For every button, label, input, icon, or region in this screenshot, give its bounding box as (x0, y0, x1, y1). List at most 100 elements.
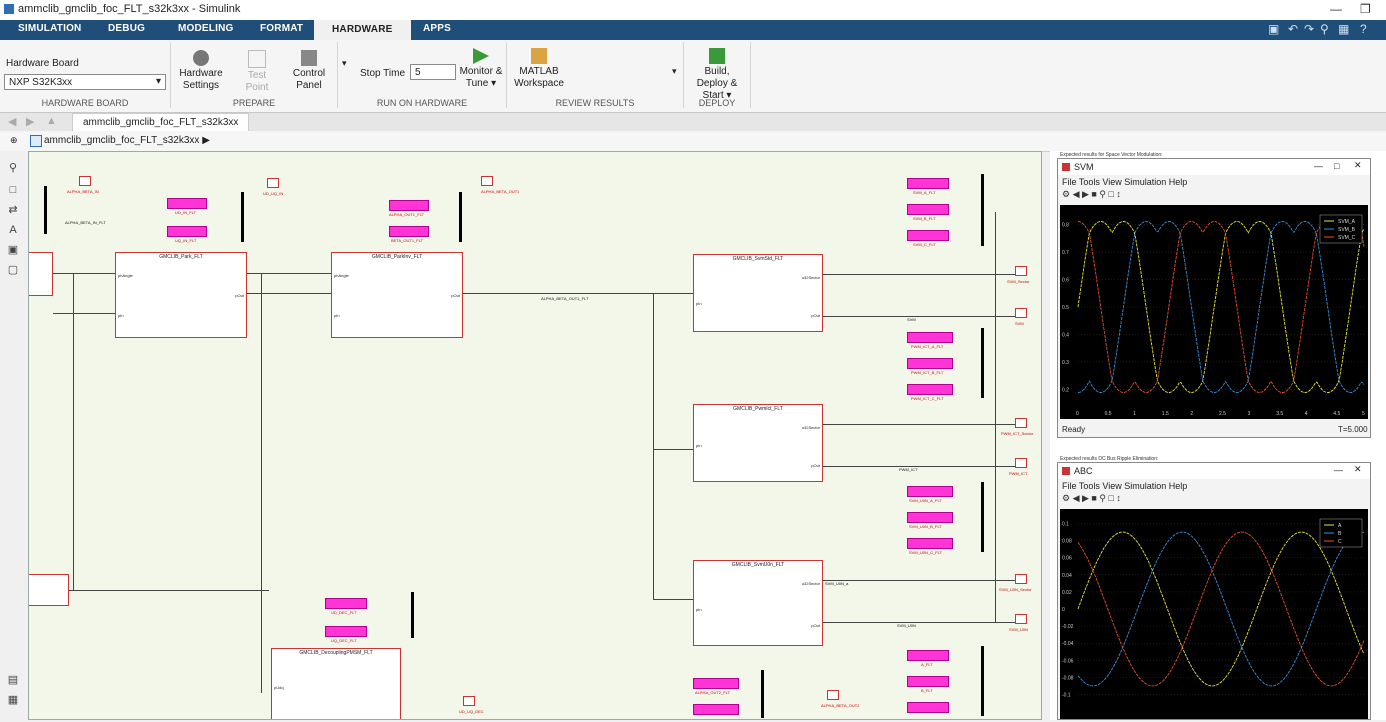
goto-beta-out1[interactable] (389, 226, 429, 237)
minimize-icon[interactable]: — (1334, 465, 1343, 475)
model-canvas[interactable]: GMCLIB_Park_FLT phAngle pOut pIn GMCLIB_… (28, 151, 1042, 720)
x-tick-label: 0.5 (1105, 411, 1112, 417)
goto-beta-out2[interactable] (693, 704, 739, 715)
scope1-menu[interactable]: File Tools View Simulation Help (1062, 177, 1187, 187)
redo-icon[interactable]: ↷ (1304, 22, 1314, 36)
minimize-icon[interactable]: — (1330, 2, 1342, 16)
svmu0n-block[interactable]: GMCLIB_SvmU0n_FLT u32Sector pOut pIn (693, 560, 823, 646)
scope-ud-uq-dec[interactable] (463, 696, 475, 706)
goto-c[interactable] (907, 702, 949, 713)
property-inspector-icon[interactable]: ▤ (6, 673, 20, 687)
scope-alpha-beta-in[interactable] (79, 176, 91, 186)
control-panel-button[interactable]: Control Panel (287, 50, 331, 92)
matlab-workspace-button[interactable]: MATLAB Workspace (511, 48, 567, 90)
input-block-bottom[interactable] (29, 574, 69, 606)
y-tick-label: 0.02 (1062, 590, 1072, 596)
close-icon[interactable]: ✕ (1354, 160, 1362, 171)
tab-apps[interactable]: APPS (423, 23, 451, 34)
goto-u0n-c[interactable] (907, 538, 953, 549)
goto-uq-in[interactable] (167, 226, 207, 237)
prepare-expand-icon[interactable]: ▾ (342, 58, 347, 69)
goto-u0n-a[interactable] (907, 486, 953, 497)
help-icon[interactable]: ? (1360, 22, 1367, 36)
pin: pOut (811, 623, 820, 628)
hide-explorer-icon[interactable]: ⊕ (10, 135, 18, 146)
fit-view-icon[interactable]: □ (6, 183, 20, 197)
back-icon[interactable]: ◀ (8, 115, 16, 128)
goto-pwm-c[interactable] (907, 384, 953, 395)
restore-icon[interactable]: ❐ (1360, 2, 1371, 16)
annotation-icon[interactable]: A (6, 223, 20, 237)
scope-svm-sector[interactable] (1015, 266, 1027, 276)
tab-simulation[interactable]: SIMULATION (18, 23, 81, 34)
goto-ud-in[interactable] (167, 198, 207, 209)
goto-alpha-out2[interactable] (693, 678, 739, 689)
maximize-icon[interactable]: □ (1334, 161, 1339, 171)
y-tick-label: 0 (1062, 607, 1065, 613)
tab-debug[interactable]: DEBUG (108, 23, 145, 34)
tab-format[interactable]: FORMAT (260, 23, 303, 34)
review-expand-icon[interactable]: ▾ (672, 66, 677, 77)
zoom-icon[interactable]: ⚲ (6, 161, 20, 175)
hardware-board-select[interactable]: NXP S32K3xx ▾ (4, 74, 166, 90)
up-icon[interactable]: ▲ (46, 115, 57, 127)
scope2-toolbar[interactable]: ⚙ ◀ ▶ ■ ⚲ □ ↕ (1062, 493, 1121, 504)
breadcrumb[interactable]: ammclib_gmclib_foc_FLT_s32k3xx ▶ (44, 135, 210, 146)
goto-pwm-a[interactable] (907, 332, 953, 343)
goto-alpha-out1[interactable] (389, 200, 429, 211)
park-block[interactable]: GMCLIB_Park_FLT phAngle pOut pIn (115, 252, 247, 338)
scope-label: PWM_ICT_Sector (1001, 431, 1034, 436)
scope-ud-uq-in[interactable] (267, 178, 279, 188)
undo-icon[interactable]: ↶ (1288, 22, 1298, 36)
scope-svm-u0n[interactable] (1015, 614, 1027, 624)
goto-svm-a[interactable] (907, 178, 949, 189)
goto-label: UD_IN_FLT (175, 210, 197, 215)
test-point-button[interactable]: Test Point (237, 50, 277, 94)
scope-pwm-ict-sector[interactable] (1015, 418, 1027, 428)
layout-icon[interactable]: ▦ (1338, 22, 1349, 36)
simulink-logo-icon (4, 4, 14, 14)
goto-svm-c[interactable] (907, 230, 949, 241)
minimize-icon[interactable]: — (1314, 161, 1323, 171)
goto-pwm-b[interactable] (907, 358, 953, 369)
stop-time-label: Stop Time (360, 68, 406, 79)
abc-scope-window[interactable]: ABC — ✕ File Tools View Simulation Help … (1057, 462, 1371, 720)
scope-alpha-beta-out1[interactable] (481, 176, 493, 186)
goto-ud-dec[interactable] (325, 598, 367, 609)
scope-alpha-beta-out2[interactable] (827, 690, 839, 700)
scope-pwm-ict[interactable] (1015, 458, 1027, 468)
hardware-settings-button[interactable]: Hardware Settings (179, 50, 223, 92)
tab-modeling[interactable]: MODELING (178, 23, 234, 34)
svmstd-block[interactable]: GMCLIB_SvmStd_FLT u32Sector pOut pIn (693, 254, 823, 332)
scope2-menu[interactable]: File Tools View Simulation Help (1062, 481, 1187, 491)
save-icon[interactable]: ▣ (1268, 22, 1279, 36)
pwmict-block[interactable]: GMCLIB_PwmIct_FLT u32Sector pOut pIn (693, 404, 823, 482)
parkinv-block[interactable]: GMCLIB_ParkInv_FLT phAngle pOut pIn (331, 252, 463, 338)
build-deploy-button[interactable]: Build, Deploy & Start ▾ (688, 48, 746, 102)
svm-scope-window[interactable]: SVM — □ ✕ File Tools View Simulation Hel… (1057, 158, 1371, 438)
close-icon[interactable]: ✕ (1354, 464, 1362, 475)
image-icon[interactable]: ▣ (6, 243, 20, 257)
arrow-icon[interactable]: ⇄ (6, 203, 20, 217)
forward-icon[interactable]: ▶ (26, 115, 34, 128)
goto-a[interactable] (907, 650, 949, 661)
goto-uq-dec[interactable] (325, 626, 367, 637)
goto-b[interactable] (907, 676, 949, 687)
goto-svm-b[interactable] (907, 204, 949, 215)
area-icon[interactable]: ▢ (6, 263, 20, 277)
pin: pIn (696, 443, 702, 448)
signal-line (653, 293, 654, 599)
input-block-top[interactable] (29, 252, 53, 296)
stop-time-input[interactable]: 5 (410, 64, 456, 80)
goto-u0n-b[interactable] (907, 512, 953, 523)
decoupling-block[interactable]: GMCLIB_DecouplingPMSM_FLT pUdq (271, 648, 401, 719)
monitor-tune-button[interactable]: Monitor & Tune ▾ (458, 48, 504, 90)
scope1-toolbar[interactable]: ⚙ ◀ ▶ ■ ⚲ □ ↕ (1062, 189, 1121, 200)
tab-hardware[interactable]: HARDWARE (314, 20, 411, 40)
model-browser-icon[interactable]: ▦ (6, 693, 20, 707)
scope-svm-u0n-sector[interactable] (1015, 574, 1027, 584)
search-icon[interactable]: ⚲ (1320, 22, 1329, 36)
scope-svm[interactable] (1015, 308, 1027, 318)
model-tab[interactable]: ammclib_gmclib_foc_FLT_s32k3xx (72, 113, 250, 132)
y-tick-label: 0.8 (1062, 223, 1069, 229)
